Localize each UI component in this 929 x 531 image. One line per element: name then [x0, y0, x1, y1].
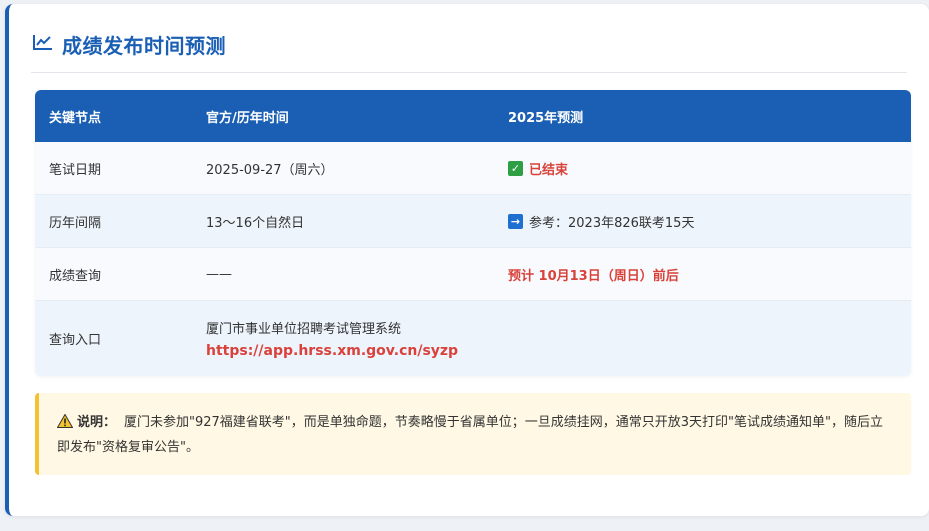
- header-prediction: 2025年预测: [508, 110, 584, 126]
- table-row: 成绩查询 —— 预计 10月13日（周日）前后: [35, 248, 911, 301]
- row-node: 成绩查询: [49, 268, 102, 284]
- chart-line-icon: [33, 35, 52, 50]
- table-row: 历年间隔 13～16个自然日 → 参考：2023年826联考15天: [35, 195, 911, 248]
- arrow-right-icon: →: [508, 213, 523, 229]
- section-header: 成绩发布时间预测: [31, 32, 907, 73]
- row-time: 厦门市事业单位招聘考试管理系统 https://app.hrss.xm.gov.…: [192, 318, 911, 359]
- row-node: 查询入口: [49, 333, 102, 348]
- note-label: 说明：: [77, 415, 117, 430]
- prediction-text: 预计 10月13日（周日）前后: [508, 268, 679, 284]
- query-link[interactable]: https://app.hrss.xm.gov.cn/syzp: [206, 343, 911, 359]
- prediction-card: 成绩发布时间预测 关键节点 官方/历年时间 2025年预测 笔试日期 2025-…: [5, 4, 929, 516]
- row-time: 2025-09-27（周六）: [206, 162, 334, 178]
- row-node: 笔试日期: [49, 162, 102, 178]
- note-box: 说明： 厦门未参加"927福建省联考"，而是单独命题，节奏略慢于省属单位；一旦成绩…: [35, 393, 911, 475]
- row-prediction: ✓ 已结束: [494, 159, 911, 178]
- row-prediction: 预计 10月13日（周日）前后: [494, 265, 911, 284]
- prediction-text: 已结束: [529, 162, 569, 178]
- row-node: 历年间隔: [49, 215, 102, 231]
- prediction-text: 参考：2023年826联考15天: [529, 215, 695, 231]
- warning-icon: [57, 414, 73, 428]
- table-row: 查询入口 厦门市事业单位招聘考试管理系统 https://app.hrss.xm…: [35, 301, 911, 376]
- schedule-table: 关键节点 官方/历年时间 2025年预测 笔试日期 2025-09-27（周六）…: [35, 90, 911, 376]
- row-prediction: → 参考：2023年826联考15天: [494, 212, 911, 231]
- note-text: 厦门未参加"927福建省联考"，而是单独命题，节奏略慢于省属单位；一旦成绩挂网，…: [57, 415, 884, 455]
- header-time: 官方/历年时间: [206, 110, 289, 126]
- system-name: 厦门市事业单位招聘考试管理系统: [206, 322, 402, 337]
- header-node: 关键节点: [49, 110, 102, 126]
- section-title: 成绩发布时间预测: [62, 34, 226, 58]
- row-time: 13～16个自然日: [206, 215, 305, 231]
- table-row: 笔试日期 2025-09-27（周六） ✓ 已结束: [35, 142, 911, 195]
- table-header-row: 关键节点 官方/历年时间 2025年预测: [35, 90, 911, 142]
- row-time: ——: [206, 266, 232, 282]
- check-icon: ✓: [508, 160, 523, 176]
